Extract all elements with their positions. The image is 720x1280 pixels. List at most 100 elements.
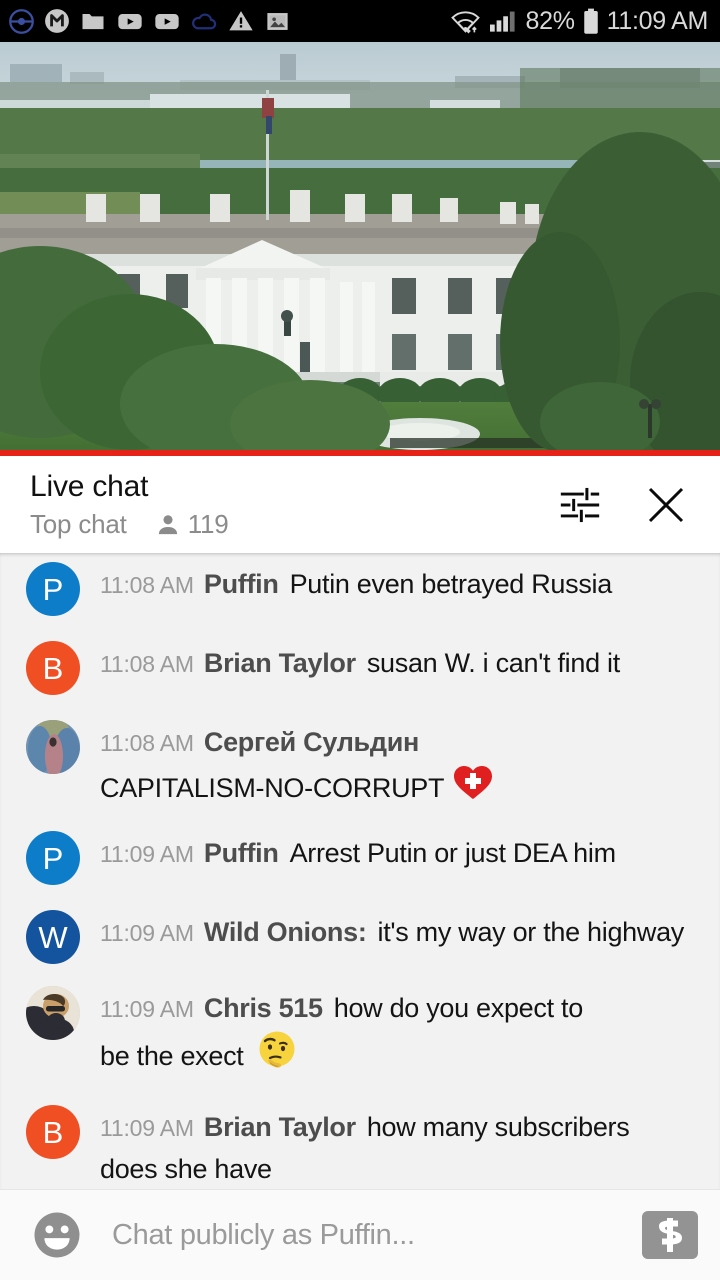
message-timestamp: 11:08 AM xyxy=(100,730,194,756)
message-timestamp: 11:08 AM xyxy=(100,572,194,598)
avatar-initial: B xyxy=(42,650,64,686)
chat-input[interactable] xyxy=(112,1218,626,1252)
thinking-face-emoji-glyph xyxy=(259,1031,295,1068)
close-chat-button[interactable] xyxy=(640,479,692,531)
message-author[interactable]: Brian Taylor xyxy=(204,1112,356,1142)
chat-message-body: 11:08 AM Brian Taylor susan W. i can't fin… xyxy=(100,641,706,695)
message-text: susan W. i can't find it xyxy=(366,648,620,678)
image-icon xyxy=(267,12,288,30)
chat-message-line: CAPITALISM-NO-CORRUPT xyxy=(100,763,706,813)
message-text: Putin even betrayed Russia xyxy=(289,569,613,599)
message-author[interactable]: Brian Taylor xyxy=(204,648,356,678)
avatar[interactable]: P xyxy=(26,562,80,616)
message-text-continued: does she have xyxy=(100,1154,272,1184)
chat-message[interactable]: W 11:09 AM Wild Onions: it's my way or the… xyxy=(0,910,720,964)
clock-label: 11:09 AM xyxy=(606,6,709,35)
chat-message-line: 11:09 AM Brian Taylor how many subscribers xyxy=(100,1107,706,1148)
chat-message[interactable]: B 11:08 AM Brian Taylor susan W. i can't f… xyxy=(0,641,720,695)
avatar-initial: B xyxy=(42,1114,64,1150)
message-text: how do you expect to xyxy=(333,993,583,1023)
close-icon xyxy=(648,487,684,522)
avatar[interactable]: B xyxy=(26,1105,80,1159)
message-author[interactable]: Puffin xyxy=(204,838,279,868)
cloud-icon xyxy=(192,13,217,30)
youtube-icon xyxy=(155,14,179,30)
chat-message-line: does she have xyxy=(100,1148,706,1189)
white-house-scene xyxy=(0,42,720,450)
chat-message-line: 11:09 AM Wild Onions: it's my way or the h… xyxy=(100,912,706,953)
chat-message[interactable]: P 11:08 AM Puffin Putin even betrayed Russ… xyxy=(0,562,720,616)
chat-message-line: 11:09 AM Chris 515 how do you expect to xyxy=(100,988,706,1029)
message-timestamp: 11:09 AM xyxy=(100,996,194,1022)
tune-icon xyxy=(560,487,600,522)
video-player-icon xyxy=(118,14,142,30)
heart-with-cross-emoji xyxy=(452,763,494,813)
avatar[interactable]: W xyxy=(26,910,80,964)
pokemon-go-icon xyxy=(9,8,34,34)
avatar-photo xyxy=(26,720,80,774)
status-bar: 82% 11:09 AM xyxy=(0,0,720,42)
message-author[interactable]: Wild Onions: xyxy=(204,917,367,947)
chat-message[interactable]: P 11:09 AM Puffin Arrest Putin or just DEA… xyxy=(0,831,720,885)
chat-message-body: 11:08 AM Puffin Putin even betrayed Russia xyxy=(100,562,706,616)
chat-message-list[interactable]: P 11:08 AM Puffin Putin even betrayed Russ… xyxy=(0,553,720,1189)
message-timestamp: 11:09 AM xyxy=(100,841,194,867)
emoji-picker-button[interactable] xyxy=(30,1208,84,1262)
live-chat-screen: 82% 11:09 AM Live chat Top chat 119 P 11… xyxy=(0,0,720,1280)
chat-message-line: 11:09 AM Puffin Arrest Putin or just DEA h… xyxy=(100,833,706,874)
status-bar-system-icons: 82% 11:09 AM xyxy=(450,7,708,36)
chat-message-line: 11:08 AM Brian Taylor susan W. i can't fin… xyxy=(100,643,706,684)
thinking-face-emoji xyxy=(256,1029,298,1083)
chat-composer xyxy=(0,1189,720,1280)
message-text: how many subscribers xyxy=(366,1112,630,1142)
message-text-continued: be the exect xyxy=(100,1041,244,1071)
wifi-icon xyxy=(451,11,481,34)
chat-message-body: 11:08 AM Сергей Сульдин CAPITALISM-NO-COR… xyxy=(100,720,706,813)
person-icon xyxy=(158,514,177,534)
viewer-count-label: 119 xyxy=(187,509,229,540)
chat-message-body: 11:09 AM Puffin Arrest Putin or just DEA h… xyxy=(100,831,706,885)
avatar-photo xyxy=(26,986,80,1040)
avatar-initial: P xyxy=(42,571,64,607)
chat-message-line: 11:08 AM Puffin Putin even betrayed Russia xyxy=(100,564,706,605)
avatar[interactable] xyxy=(26,986,80,1040)
battery-percent-label: 82% xyxy=(525,6,575,35)
avatar[interactable] xyxy=(26,720,80,774)
chat-message-body: 11:09 AM Chris 515 how do you expect to be… xyxy=(100,986,706,1083)
m-app-icon xyxy=(45,9,69,33)
folder-icon xyxy=(82,14,104,30)
heart-with-cross-emoji-glyph xyxy=(454,766,493,799)
video-player[interactable] xyxy=(0,42,720,450)
live-chat-header-titles: Live chat Top chat 119 xyxy=(30,469,554,540)
status-bar-notification-icons xyxy=(8,7,450,35)
message-author[interactable]: Сергей Сульдин xyxy=(204,727,419,757)
avatar[interactable]: P xyxy=(26,831,80,885)
message-timestamp: 11:08 AM xyxy=(100,651,194,677)
chat-message-body: 11:09 AM Brian Taylor how many subscribers… xyxy=(100,1105,706,1189)
cellular-signal-icon xyxy=(490,11,516,32)
chat-message[interactable]: 11:08 AM Сергей Сульдин CAPITALISM-NO-COR… xyxy=(0,720,720,813)
chat-mode-label[interactable]: Top chat xyxy=(30,509,127,540)
live-chat-subheader: Top chat 119 xyxy=(30,509,554,540)
message-text: it's my way or the highway xyxy=(377,917,685,947)
chat-message-line: be the exect xyxy=(100,1029,706,1083)
message-author[interactable]: Chris 515 xyxy=(204,993,323,1023)
emoji-face-icon xyxy=(34,1212,80,1258)
viewer-count: 119 xyxy=(155,509,229,540)
chat-message-line: 11:08 AM Сергей Сульдин xyxy=(100,722,706,763)
message-text: Arrest Putin or just DEA him xyxy=(289,838,617,868)
super-chat-dollar-icon xyxy=(642,1211,698,1259)
super-chat-button[interactable] xyxy=(642,1211,698,1259)
warning-icon xyxy=(229,11,253,31)
chat-settings-button[interactable] xyxy=(554,479,606,531)
avatar[interactable]: B xyxy=(26,641,80,695)
message-timestamp: 11:09 AM xyxy=(100,1115,194,1141)
live-chat-header: Live chat Top chat 119 xyxy=(0,456,720,553)
page-title: Live chat xyxy=(30,469,149,503)
battery-icon xyxy=(583,8,598,34)
avatar-initial: P xyxy=(42,840,64,876)
chat-message[interactable]: B 11:09 AM Brian Taylor how many subscribe… xyxy=(0,1105,720,1189)
message-author[interactable]: Puffin xyxy=(204,569,279,599)
chat-message[interactable]: 11:09 AM Chris 515 how do you expect to be… xyxy=(0,986,720,1083)
chat-message-body: 11:09 AM Wild Onions: it's my way or the h… xyxy=(100,910,706,964)
